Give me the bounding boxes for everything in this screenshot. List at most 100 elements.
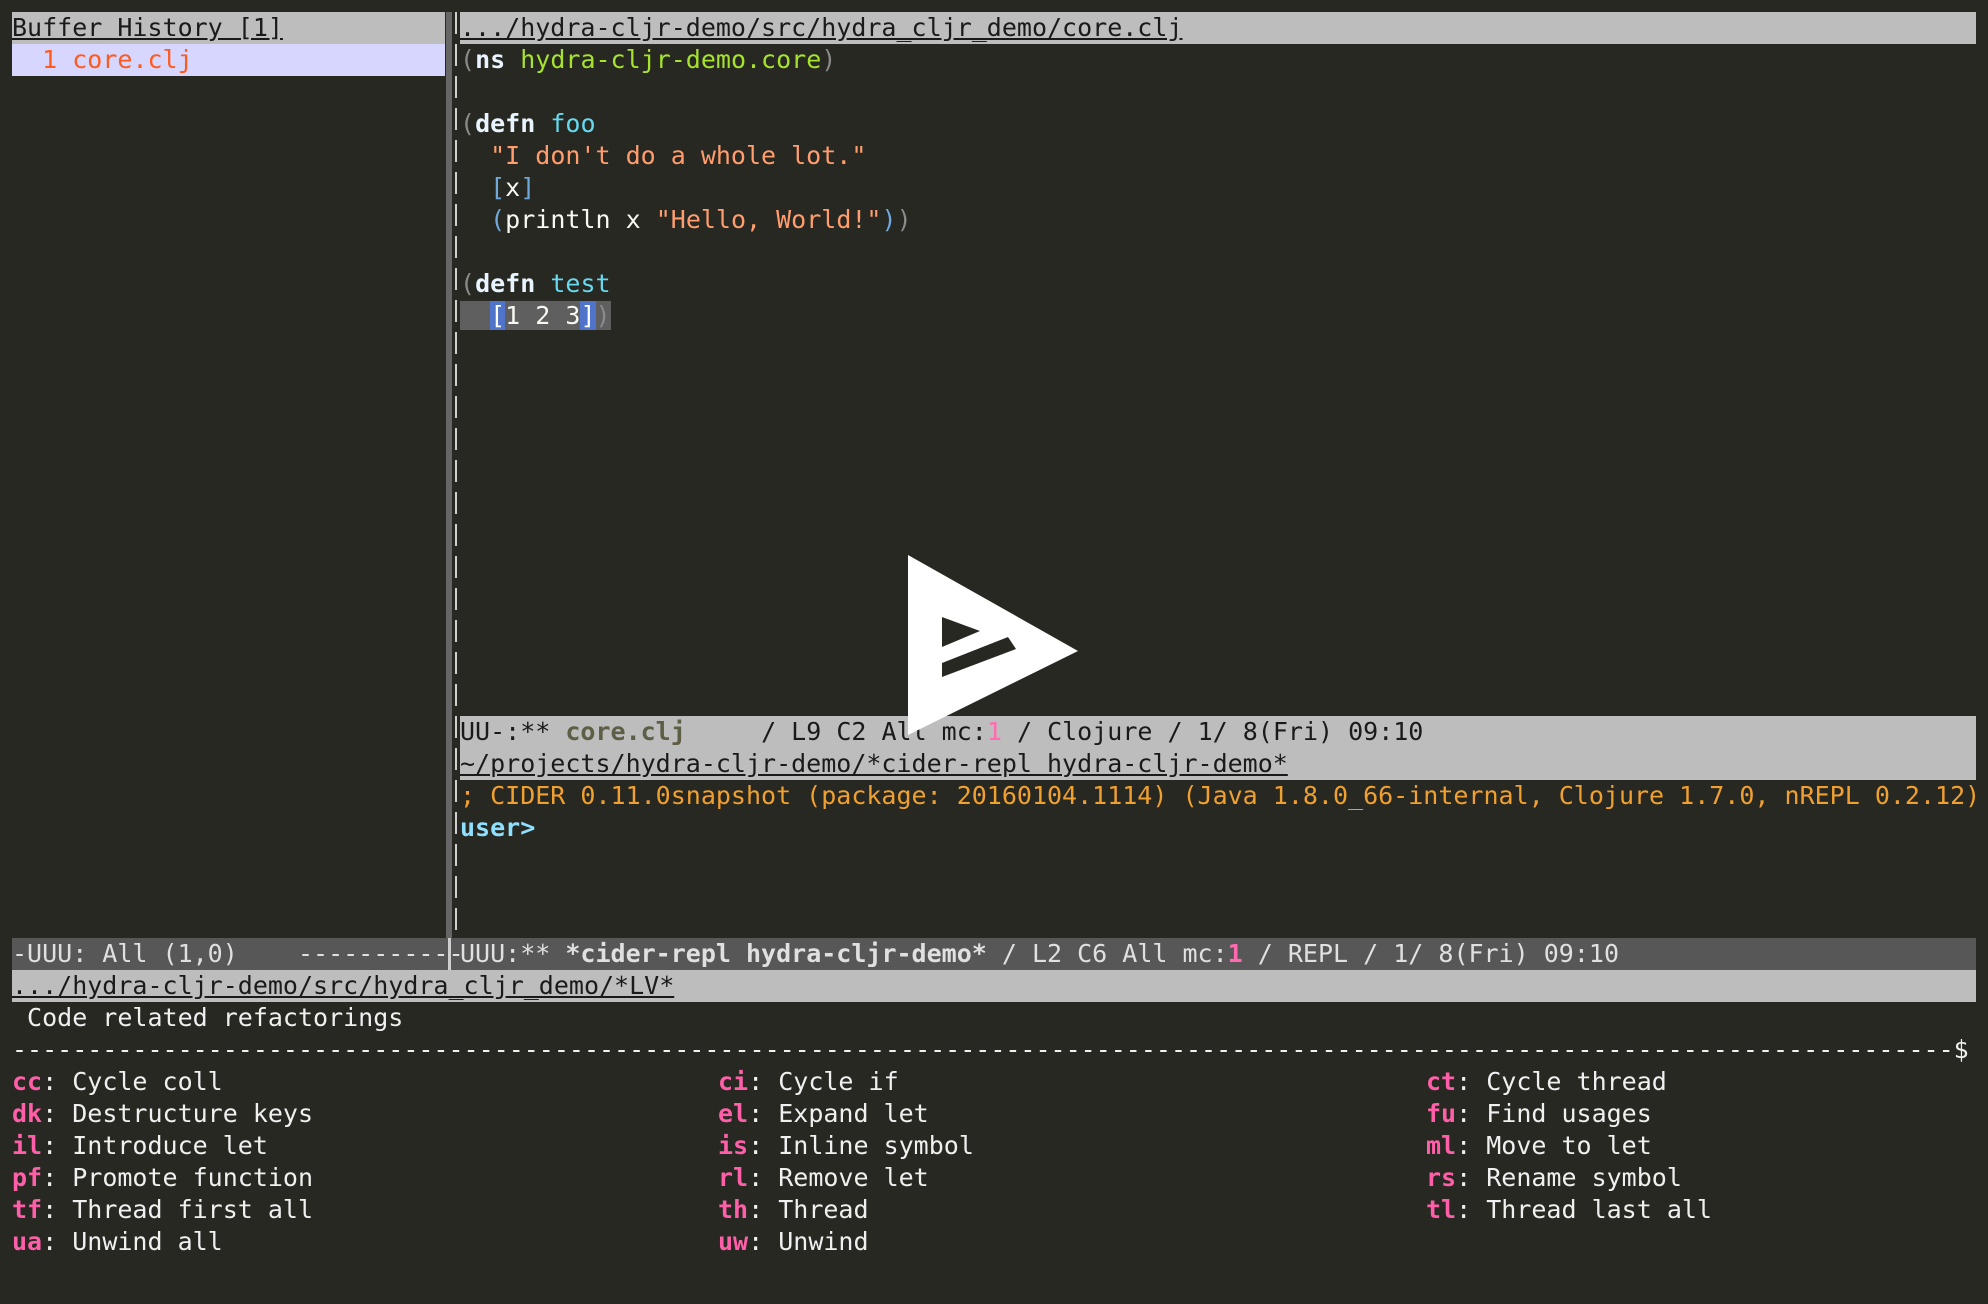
repl-modeline-mc-count: 1 <box>1227 939 1243 968</box>
hydra-column-1: cc: Cycle coll dk: Destructure keys il: … <box>12 1066 313 1258</box>
defn-keyword: defn <box>475 109 536 138</box>
bottom-modeline: -UUU: All (1,0) ----------- UUU:** *cide… <box>12 938 1976 970</box>
hydra-key: ci <box>718 1067 749 1096</box>
hydra-title: Code related refactorings <box>12 1003 404 1032</box>
hydra-item[interactable]: ua: Unwind all <box>12 1226 313 1258</box>
hydra-key: is <box>718 1131 749 1160</box>
hydra-key: tl <box>1426 1195 1457 1224</box>
buffer-history-index: 1 <box>42 45 58 74</box>
buffer-history-header: Buffer History [1] <box>12 12 445 44</box>
println-arg: x <box>625 205 641 234</box>
hydra-label: Cycle coll <box>72 1067 223 1096</box>
repl-modeline-state: UUU:** <box>460 939 551 968</box>
docstring: "I don't do a whole lot." <box>490 141 867 170</box>
hydra-key: il <box>12 1131 43 1160</box>
hydra-item[interactable]: cc: Cycle coll <box>12 1066 313 1098</box>
lv-header: .../hydra-cljr-demo/src/hydra_cljr_demo/… <box>12 970 1976 1002</box>
play-icon[interactable] <box>908 555 1078 735</box>
modeline-state: UU-:** <box>460 717 551 746</box>
hydra-column-2: ci: Cycle if el: Expand let is: Inline s… <box>718 1066 974 1258</box>
hydra-item[interactable]: rs: Rename symbol <box>1426 1162 1712 1194</box>
code-line-3: (defn foo <box>460 109 596 138</box>
hydra-label: Introduce let <box>72 1131 268 1160</box>
editor-pane[interactable]: .../hydra-cljr-demo/src/hydra_cljr_demo/… <box>460 12 1980 938</box>
hydra-label: Cycle if <box>778 1067 899 1096</box>
hydra-item[interactable]: dk: Destructure keys <box>12 1098 313 1130</box>
function-name-foo: foo <box>550 109 596 138</box>
hydra-separator: ----------------------------------------… <box>12 1034 1976 1066</box>
repl-modeline-buffer[interactable]: *cider-repl hydra-cljr-demo* <box>565 939 986 968</box>
hydra-key: rs <box>1426 1163 1457 1192</box>
repl-modeline-rest: / REPL / 1/ 8(Fri) 09:10 <box>1257 939 1620 968</box>
hydra-item[interactable]: el: Expand let <box>718 1098 974 1130</box>
hydra-item[interactable]: ct: Cycle thread <box>1426 1066 1712 1098</box>
code-line-1: (ns hydra-cljr-demo.core) <box>460 45 837 74</box>
hydra-item[interactable]: il: Introduce let <box>12 1130 313 1162</box>
divider-bar <box>446 12 452 938</box>
buffer-history-item[interactable]: 1 core.clj <box>12 44 445 76</box>
repl-prompt[interactable]: user> <box>460 812 535 844</box>
code-line-6: (println x "Hello, World!")) <box>490 205 912 234</box>
hydra-key: pf <box>12 1163 43 1192</box>
hydra-label: Cycle thread <box>1486 1067 1667 1096</box>
function-name-test: test <box>550 269 611 298</box>
hydra-key: fu <box>1426 1099 1457 1128</box>
editor-modeline: UU-:** core.clj / L9 C2 All mc:1 / Cloju… <box>460 716 1976 748</box>
hydra-item[interactable]: ci: Cycle if <box>718 1066 974 1098</box>
hydra-label: Thread first all <box>72 1195 314 1224</box>
hydra-label: Promote function <box>72 1163 314 1192</box>
hydra-item[interactable]: th: Thread <box>718 1194 974 1226</box>
hydra-key: el <box>718 1099 749 1128</box>
hydra-column-3: ct: Cycle thread fu: Find usages ml: Mov… <box>1426 1066 1712 1226</box>
hydra-key: uw <box>718 1227 749 1256</box>
repl-modeline-position: / L2 C6 All mc: <box>1001 939 1228 968</box>
hydra-label: Unwind all <box>72 1227 223 1256</box>
hydra-label: Unwind <box>778 1227 869 1256</box>
code-line-5: [x] <box>490 173 536 202</box>
code-line-9: [1 2 3]) <box>460 300 611 332</box>
ns-keyword: ns <box>475 45 506 74</box>
dash-line: ----------------------------------------… <box>12 1035 1954 1064</box>
code-line-8: (defn test <box>460 269 611 298</box>
hydra-label: Destructure keys <box>72 1099 314 1128</box>
hydra-key: ct <box>1426 1067 1457 1096</box>
hydra-item[interactable]: fu: Find usages <box>1426 1098 1712 1130</box>
vector-values: 1 2 3 <box>505 301 581 330</box>
repl-modeline: UUU:** *cider-repl hydra-cljr-demo* / L2… <box>460 938 1619 970</box>
hydra-item[interactable]: uw: Unwind <box>718 1226 974 1258</box>
hydra-key: cc <box>12 1067 43 1096</box>
window-divider[interactable] <box>446 12 460 938</box>
hydra-item[interactable]: tf: Thread first all <box>12 1194 313 1226</box>
hydra-label: Thread last all <box>1486 1195 1712 1224</box>
modeline-buffer-name[interactable]: core.clj <box>565 717 685 746</box>
code-line-4: "I don't do a whole lot." <box>460 140 866 172</box>
arg-vector: x <box>505 173 521 202</box>
hydra-item[interactable]: rl: Remove let <box>718 1162 974 1194</box>
end-marker: $ <box>1953 1035 1969 1064</box>
hydra-item[interactable]: is: Inline symbol <box>718 1130 974 1162</box>
hydra-item[interactable]: tl: Thread last all <box>1426 1194 1712 1226</box>
repl-banner: ; CIDER 0.11.0snapshot (package: 2016010… <box>460 781 1981 810</box>
buffer-history-name: core.clj <box>72 45 193 74</box>
hydra-label: Move to let <box>1486 1131 1652 1160</box>
hydra-item[interactable]: ml: Move to let <box>1426 1130 1712 1162</box>
hydra-key: ml <box>1426 1131 1457 1160</box>
ns-name: hydra-cljr-demo.core <box>520 45 822 74</box>
defn-keyword-2: defn <box>475 269 536 298</box>
hydra-key: rl <box>718 1163 749 1192</box>
hydra-label: Inline symbol <box>778 1131 974 1160</box>
hydra-label: Find usages <box>1486 1099 1652 1128</box>
hydra-key: ua <box>12 1227 43 1256</box>
editor-header: .../hydra-cljr-demo/src/hydra_cljr_demo/… <box>460 12 1976 44</box>
hydra-label: Remove let <box>778 1163 929 1192</box>
repl-header: ~/projects/hydra-cljr-demo/*cider-repl h… <box>460 748 1976 780</box>
hydra-label: Thread <box>778 1195 869 1224</box>
divider-dashes <box>455 12 457 938</box>
left-modeline: -UUU: All (1,0) ----------- <box>12 939 464 968</box>
println-call: println <box>505 205 611 234</box>
modeline-separator <box>448 938 451 970</box>
hydra-key: tf <box>12 1195 43 1224</box>
hydra-item[interactable]: pf: Promote function <box>12 1162 313 1194</box>
hydra-key: dk <box>12 1099 43 1128</box>
hydra-key: th <box>718 1195 749 1224</box>
